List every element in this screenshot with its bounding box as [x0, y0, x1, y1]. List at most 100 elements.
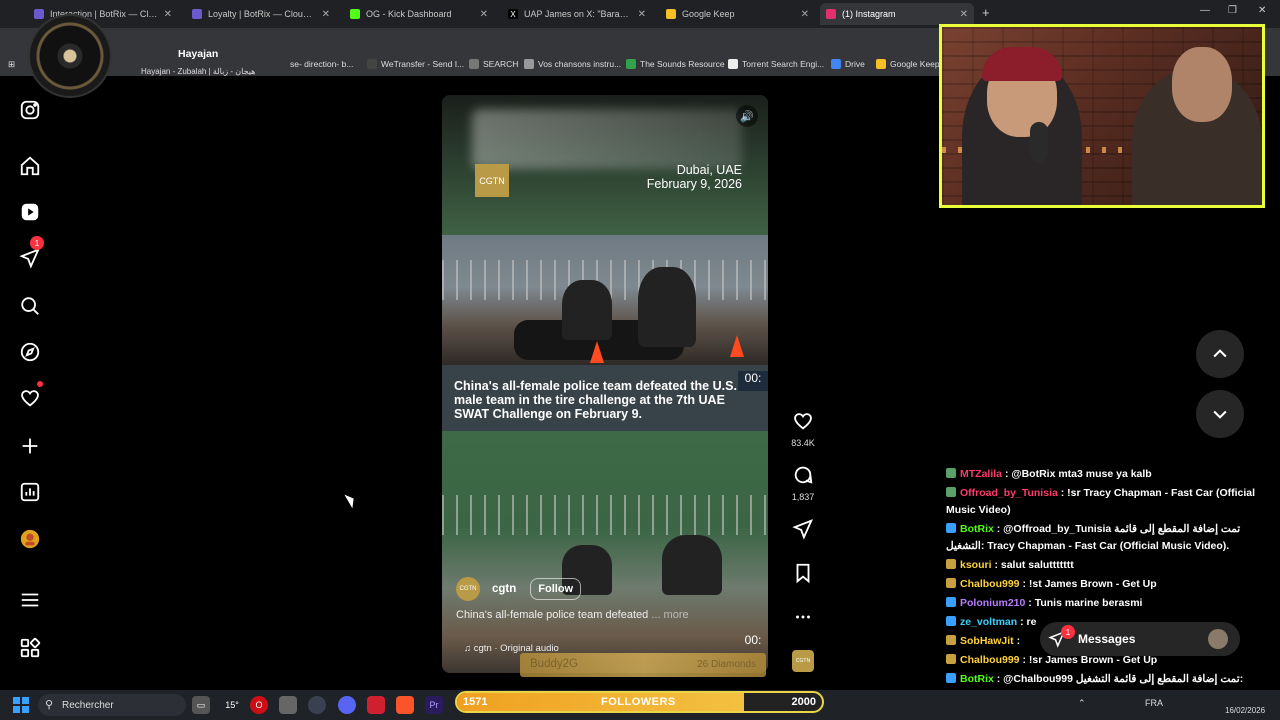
chat-message: Polonium210 : Tunis marine berasmi: [946, 595, 1276, 612]
chat-message: BotRix : @Offroad_by_Tunisia تمت إضافة ا…: [946, 521, 1276, 555]
date-text: February 9, 2026: [646, 177, 742, 191]
windows-start-icon[interactable]: [13, 697, 29, 713]
comment-icon: [794, 466, 813, 484]
bookmark-item[interactable]: Google Keep: [876, 59, 940, 69]
more-menu-icon[interactable]: [16, 586, 44, 614]
bookmark-item[interactable]: Torrent Search Engi...: [728, 59, 824, 69]
audio-thumbnail[interactable]: CGTN: [792, 650, 814, 672]
messages-icon[interactable]: 1: [16, 236, 44, 272]
streamer-cap: [982, 47, 1062, 81]
next-reel-button[interactable]: [1196, 390, 1244, 438]
bookmark-icon: [469, 59, 479, 69]
app-icon[interactable]: [279, 696, 297, 714]
window-close-icon[interactable]: ✕: [1258, 5, 1266, 16]
chat-username[interactable]: ksouri: [960, 559, 992, 571]
minimize-icon[interactable]: —: [1200, 5, 1210, 16]
close-icon[interactable]: ✕: [638, 9, 646, 20]
save-button[interactable]: [788, 562, 818, 589]
album-disc-icon: [28, 14, 112, 98]
profile-avatar-icon[interactable]: [16, 525, 44, 553]
close-icon[interactable]: ✕: [960, 9, 968, 20]
followers-goal: 2000: [791, 696, 816, 708]
ellipsis-icon: [796, 615, 810, 619]
location-text: Dubai, UAE: [676, 163, 742, 177]
chat-username[interactable]: Chalbou999: [960, 578, 1020, 590]
app-icon[interactable]: [367, 696, 385, 714]
chat-username[interactable]: ze_voltman: [960, 616, 1017, 628]
tab-instagram[interactable]: (1) Instagram ✕: [820, 3, 974, 25]
apps-grid-icon[interactable]: ⊞: [8, 59, 15, 70]
premiere-icon[interactable]: Pr: [425, 696, 443, 714]
explore-compass-icon[interactable]: [16, 338, 44, 366]
bookmark-item[interactable]: SEARCH: [469, 59, 518, 69]
notification-dot: [37, 381, 43, 387]
chat-username[interactable]: SobHawJit: [960, 635, 1014, 647]
cone-graphic: [590, 341, 604, 363]
bookmark-item[interactable]: WeTransfer - Send I...: [367, 59, 464, 69]
create-plus-icon[interactable]: [16, 432, 44, 460]
bookmark-item[interactable]: se- direction- b...: [290, 59, 353, 69]
share-icon: [792, 519, 813, 540]
bookmark-icon: [626, 59, 636, 69]
more-options-button[interactable]: [788, 606, 818, 633]
diamond-alert: Buddy2G 26 Diamonds: [520, 653, 766, 677]
dashboard-icon[interactable]: [16, 478, 44, 506]
taskbar-search[interactable]: ⚲ Rechercher: [38, 694, 186, 716]
brave-icon[interactable]: [396, 696, 414, 714]
guest-head: [1172, 47, 1232, 122]
weather-icon[interactable]: 15°: [221, 696, 243, 714]
blurred-title: [472, 109, 742, 169]
tab-x-post[interactable]: X UAP James on X: "Barack Obam ✕: [502, 3, 652, 25]
close-icon[interactable]: ✕: [322, 9, 330, 20]
share-button[interactable]: [788, 518, 818, 545]
app-icon[interactable]: [308, 696, 326, 714]
also-from-meta-icon[interactable]: [16, 634, 44, 662]
tab-label: OG - Kick Dashboard: [366, 9, 452, 19]
instagram-logo-icon[interactable]: [16, 96, 44, 124]
close-icon[interactable]: ✕: [480, 9, 488, 20]
comment-button[interactable]: 1,837: [788, 464, 818, 502]
close-icon[interactable]: ✕: [801, 9, 809, 20]
chat-username[interactable]: MTZalila: [960, 468, 1002, 480]
follow-button[interactable]: Follow: [530, 578, 582, 600]
chat-username[interactable]: Chalbou999: [960, 654, 1020, 666]
bookmark-item[interactable]: Drive: [831, 59, 865, 69]
bookmark-item[interactable]: Vos chansons instru...: [524, 59, 621, 69]
tray-chevron-up-icon[interactable]: ⌃: [1078, 698, 1086, 709]
volume-icon[interactable]: 🔊: [736, 105, 758, 127]
reel-video[interactable]: 🔊 CGTN Dubai, UAE February 9, 2026 China…: [442, 95, 768, 673]
bookmark-item[interactable]: The Sounds Resource: [626, 59, 725, 69]
tab-favicon-icon: [350, 9, 360, 19]
language-indicator[interactable]: FRA: [1145, 698, 1163, 708]
reels-icon[interactable]: [16, 198, 44, 226]
clock-date[interactable]: 16/02/2026: [1225, 706, 1265, 715]
chat-message: ksouri : salut saluttttttt: [946, 557, 1276, 574]
task-view-icon[interactable]: ▭: [192, 696, 210, 714]
owner-avatar[interactable]: CGTN: [456, 577, 480, 601]
restore-icon[interactable]: ❐: [1228, 5, 1237, 16]
more-link[interactable]: ... more: [651, 609, 688, 621]
chat-username[interactable]: BotRix: [960, 673, 994, 685]
messages-button[interactable]: 1 Messages: [1040, 622, 1240, 656]
like-button[interactable]: 83.4K: [788, 410, 818, 448]
chat-text: : Tunis marine berasmi: [1028, 597, 1143, 609]
person-graphic: [662, 535, 722, 595]
owner-username[interactable]: cgtn: [492, 583, 516, 595]
discord-icon[interactable]: [338, 696, 356, 714]
notifications-heart-icon[interactable]: [16, 381, 44, 412]
search-icon[interactable]: [16, 292, 44, 320]
chat-message: MTZalila : @BotRix mta3 muse ya kalb: [946, 466, 1276, 483]
opera-icon[interactable]: O: [250, 696, 268, 714]
diamond-user: Buddy2G: [530, 658, 578, 670]
chat-username[interactable]: BotRix: [960, 523, 994, 535]
chat-username[interactable]: Polonium210: [960, 597, 1025, 609]
chat-username[interactable]: Offroad_by_Tunisia: [960, 487, 1058, 499]
cone-graphic: [730, 335, 744, 357]
home-icon[interactable]: [16, 152, 44, 180]
notification-badge: 1: [30, 236, 44, 250]
tab-google-keep[interactable]: Google Keep ✕: [660, 3, 815, 25]
person-graphic: [638, 267, 696, 347]
new-tab-icon[interactable]: +: [982, 5, 990, 20]
previous-reel-button[interactable]: [1196, 330, 1244, 378]
tab-kick-dashboard[interactable]: OG - Kick Dashboard ✕: [344, 3, 494, 25]
